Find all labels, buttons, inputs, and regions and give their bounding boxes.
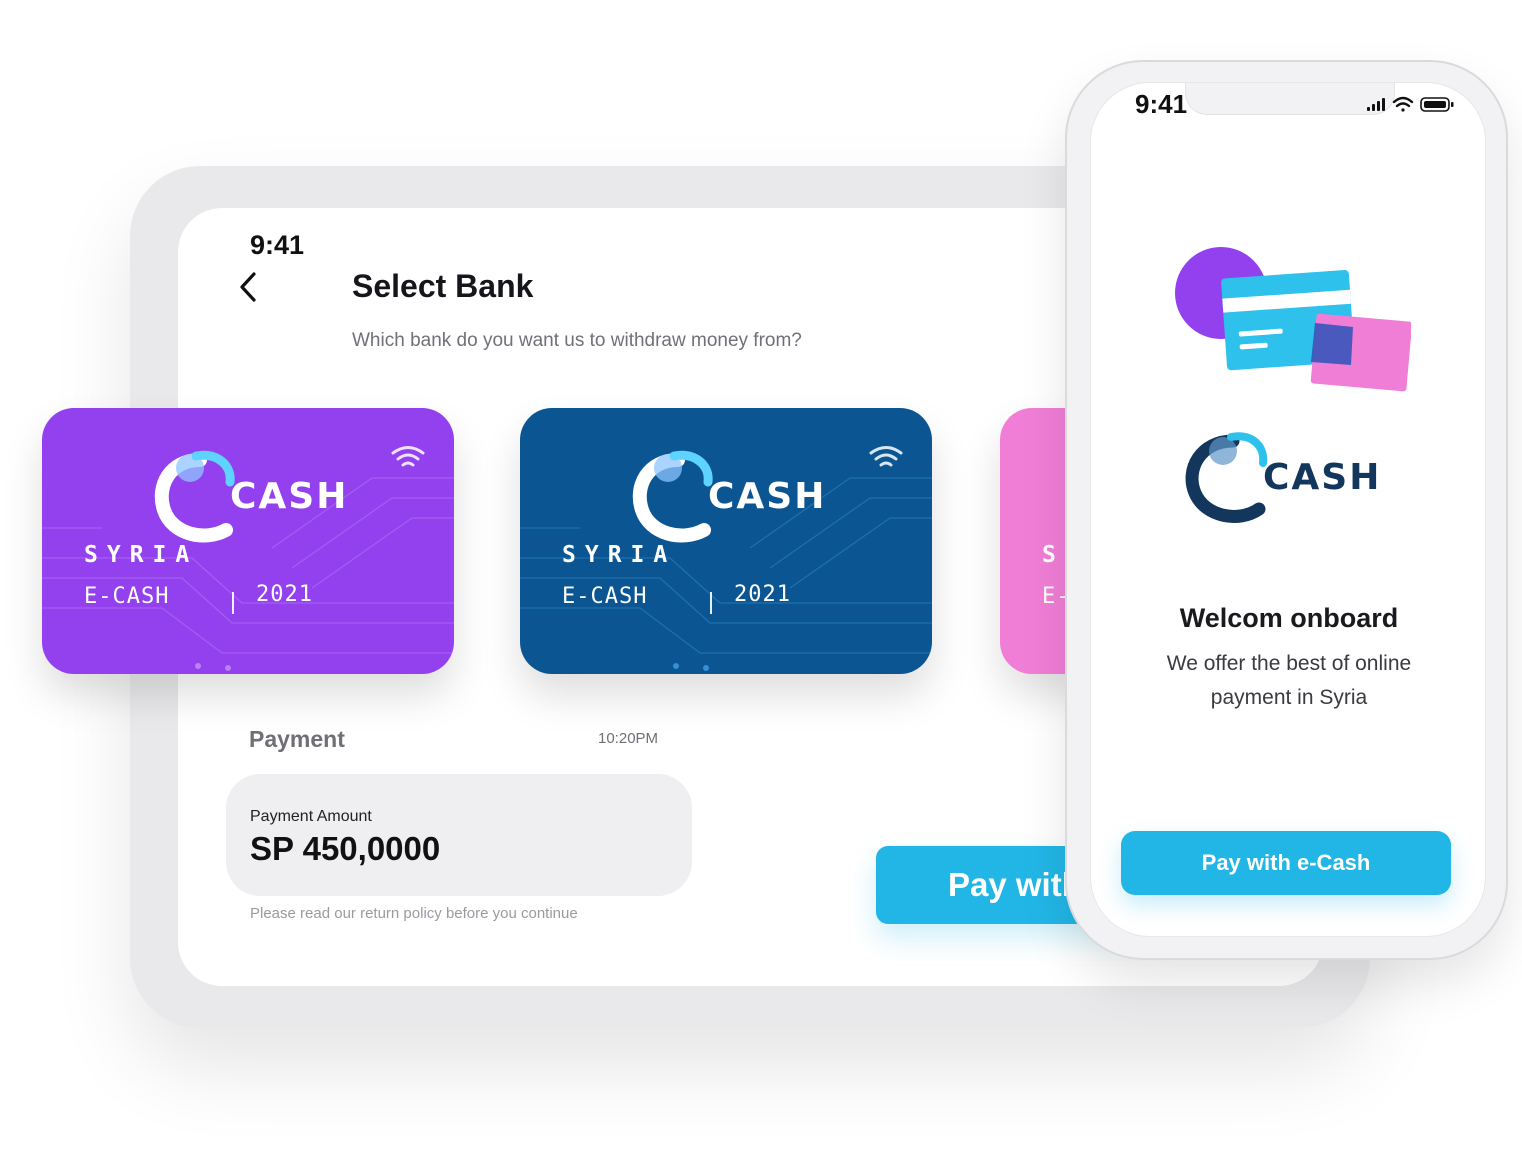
card-divider bbox=[710, 592, 712, 614]
payment-label: Payment bbox=[249, 726, 345, 752]
ecash-logo-text: CASH bbox=[230, 476, 348, 517]
payment-amount-caption: Payment Amount bbox=[250, 808, 372, 825]
ecash-logo-text: CASH bbox=[708, 476, 826, 517]
cards-illustration bbox=[1175, 247, 1411, 392]
bank-card-blue[interactable]: CASH SYRIA E-CASH 2021 bbox=[520, 408, 932, 674]
contactless-icon bbox=[391, 446, 425, 467]
card-year: 2021 bbox=[734, 582, 791, 607]
contactless-icon bbox=[869, 446, 903, 467]
page-title: Select Bank bbox=[352, 268, 534, 304]
pay-button-label: Pay with e-Cash bbox=[1201, 850, 1371, 875]
card-country: SYRIA bbox=[84, 542, 199, 568]
phone-screen: 9:41 CASH Welcom onboard We offer the be… bbox=[1090, 82, 1486, 937]
pay-with-ecash-button[interactable]: Pay with e-Cash bbox=[1121, 831, 1451, 895]
return-policy-note: Please read our return policy before you… bbox=[250, 905, 578, 922]
onboarding-title: Welcom onboard bbox=[1179, 603, 1399, 633]
card-brand: E-CASH bbox=[84, 584, 170, 609]
ecash-logo: CASH bbox=[632, 450, 826, 543]
phone-notch bbox=[1185, 83, 1395, 115]
phone-status-time: 9:41 bbox=[1135, 89, 1188, 119]
battery-icon bbox=[1420, 97, 1454, 112]
payment-amount-field[interactable]: Payment Amount SP 450,0000 bbox=[226, 774, 692, 896]
payment-amount-value: SP 450,0000 bbox=[250, 830, 441, 867]
back-chevron-icon[interactable] bbox=[236, 270, 264, 304]
wifi-icon bbox=[1392, 96, 1414, 112]
bank-card-purple[interactable]: CASH SYRIA E-CASH 2021 bbox=[42, 408, 454, 674]
card-divider bbox=[232, 592, 234, 614]
page-subtitle: Which bank do you want us to withdraw mo… bbox=[352, 330, 802, 351]
card-brand: E-CASH bbox=[562, 584, 648, 609]
card-country: S bbox=[1042, 542, 1065, 568]
ecash-logo: CASH bbox=[1185, 432, 1381, 523]
status-icons bbox=[1367, 96, 1454, 112]
payment-time: 10:20PM bbox=[598, 730, 659, 747]
card-country: SYRIA bbox=[562, 542, 677, 568]
onboarding-description: We offer the best of online payment in S… bbox=[1166, 652, 1412, 709]
ecash-logo: CASH bbox=[154, 450, 348, 543]
tablet-status-time: 9:41 bbox=[250, 230, 305, 260]
card-year: 2021 bbox=[256, 582, 313, 607]
ecash-logo-text: CASH bbox=[1263, 457, 1381, 498]
signal-icon bbox=[1367, 98, 1385, 111]
